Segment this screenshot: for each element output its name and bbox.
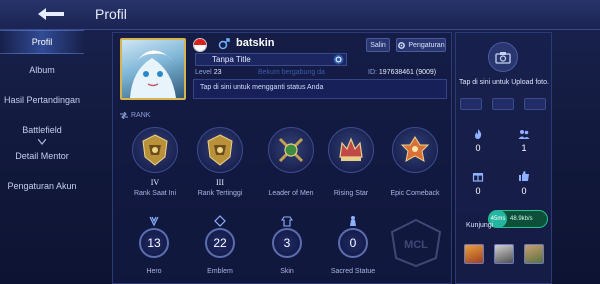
copy-button[interactable]: Salin bbox=[366, 38, 390, 52]
photo-slot-2[interactable] bbox=[492, 98, 514, 110]
emblem-icon bbox=[214, 215, 226, 227]
crown-star-icon bbox=[339, 137, 363, 161]
emblem-caption: Emblem bbox=[207, 268, 233, 275]
level-value: 23 bbox=[213, 69, 222, 76]
fire-icon bbox=[475, 129, 482, 139]
sidebar-item-profil[interactable]: Profil bbox=[0, 30, 84, 54]
joined-status: Bekum bergabung da bbox=[258, 69, 325, 76]
legend-rank-icon bbox=[142, 134, 168, 166]
photo-slot-3[interactable] bbox=[524, 98, 546, 110]
gift-icon bbox=[472, 173, 484, 182]
crossed-swords-icon bbox=[278, 137, 304, 163]
sidebar-item-hasil-pertandingan[interactable]: Hasil Pertandingan bbox=[0, 86, 84, 114]
rising-star-caption: Rising Star bbox=[333, 190, 369, 197]
legend-rank-icon bbox=[207, 134, 233, 166]
phoenix-emblem-icon bbox=[400, 136, 430, 162]
camera-icon bbox=[495, 51, 511, 64]
rank-highest-tier: III bbox=[216, 178, 224, 187]
sidebar-item-detail-mentor[interactable]: Detail Mentor bbox=[0, 144, 84, 168]
like-thumb-icon bbox=[519, 171, 529, 181]
friends-icon bbox=[518, 130, 530, 139]
back-button[interactable] bbox=[30, 3, 74, 25]
visitor-avatar-1[interactable] bbox=[464, 244, 484, 264]
visitor-avatar-2[interactable] bbox=[494, 244, 514, 264]
epic-comeback-badge[interactable] bbox=[388, 124, 442, 176]
title-settings-icon[interactable] bbox=[332, 53, 345, 66]
settings-button[interactable]: Pengaturan bbox=[396, 38, 446, 52]
level-info: Level 23 bbox=[195, 69, 221, 76]
hero-icon bbox=[149, 216, 159, 227]
hero-count[interactable]: 13 bbox=[139, 228, 169, 258]
id-label: ID: bbox=[368, 69, 377, 76]
rank-highest-badge[interactable] bbox=[193, 124, 247, 176]
hero-caption: Hero bbox=[146, 268, 162, 275]
upload-photo-hint: Tap di sini untuk Upload foto. bbox=[459, 79, 549, 86]
friends-count: 1 bbox=[521, 143, 527, 153]
skin-count[interactable]: 3 bbox=[272, 228, 302, 258]
gift-count: 0 bbox=[475, 186, 481, 196]
level-label: Level bbox=[195, 69, 212, 76]
player-title[interactable]: Tanpa Title bbox=[195, 53, 347, 66]
statue-icon bbox=[350, 216, 356, 226]
skin-caption: Skin bbox=[280, 268, 294, 275]
visitor-avatar-3[interactable] bbox=[524, 244, 544, 264]
sacred-statue-caption: Sacred Statue bbox=[330, 268, 376, 275]
settings-label: Pengaturan bbox=[408, 41, 445, 49]
sacred-statue-count[interactable]: 0 bbox=[338, 228, 368, 258]
svg-text:MCL: MCL bbox=[404, 239, 428, 251]
sidebar-item-pengaturan-akun[interactable]: Pengaturan Akun bbox=[0, 172, 84, 200]
rank-label: RANK bbox=[131, 112, 151, 119]
emblem-count[interactable]: 22 bbox=[205, 228, 235, 258]
network-status: 45ms 48.9kb/s bbox=[488, 210, 548, 228]
photo-slot-1[interactable] bbox=[460, 98, 482, 110]
avatar[interactable] bbox=[120, 38, 186, 100]
hero-portrait-icon bbox=[130, 50, 176, 98]
country-flag-icon bbox=[193, 38, 207, 52]
top-bar: Profil bbox=[0, 0, 600, 30]
epic-comeback-caption: Epic Comeback bbox=[390, 190, 440, 197]
fire-count: 0 bbox=[475, 143, 481, 153]
page-title: Profil bbox=[95, 6, 127, 22]
status-input[interactable]: Tap di sini untuk mengganti status Anda bbox=[193, 79, 447, 99]
rank-current-tier: IV bbox=[150, 178, 160, 187]
gear-icon bbox=[398, 41, 406, 49]
rank-current-badge[interactable] bbox=[128, 124, 182, 176]
male-gender-icon bbox=[218, 38, 230, 50]
rank-arrows-icon bbox=[120, 112, 128, 119]
visitors-label: Kunjungi bbox=[466, 222, 494, 229]
id-value: 197638461 bbox=[378, 69, 414, 76]
rank-highest-caption: Rank Tertinggi bbox=[197, 190, 243, 197]
player-title-value: Tanpa Title bbox=[212, 55, 251, 64]
back-arrow-icon bbox=[38, 8, 64, 20]
sidebar-item-album[interactable]: Album bbox=[0, 58, 84, 82]
status-placeholder: Tap di sini untuk mengganti status Anda bbox=[200, 84, 324, 91]
copy-label: Salin bbox=[370, 41, 386, 49]
mcl-watermark-logo: MCL bbox=[390, 218, 442, 268]
rank-section-label: RANK bbox=[120, 112, 150, 119]
rank-current-caption: Rank Saat Ini bbox=[133, 190, 177, 197]
upload-photo-button[interactable] bbox=[488, 42, 518, 72]
network-speed: 48.9kb/s bbox=[510, 216, 533, 222]
player-id: ID: 197638461 (9009) bbox=[368, 69, 436, 76]
username: batskin bbox=[236, 37, 275, 49]
rising-star-badge[interactable] bbox=[324, 124, 378, 176]
likes-count: 0 bbox=[521, 186, 527, 196]
server-value: (9009) bbox=[415, 69, 437, 76]
leader-of-men-badge[interactable] bbox=[264, 124, 318, 176]
skin-icon bbox=[281, 216, 293, 227]
